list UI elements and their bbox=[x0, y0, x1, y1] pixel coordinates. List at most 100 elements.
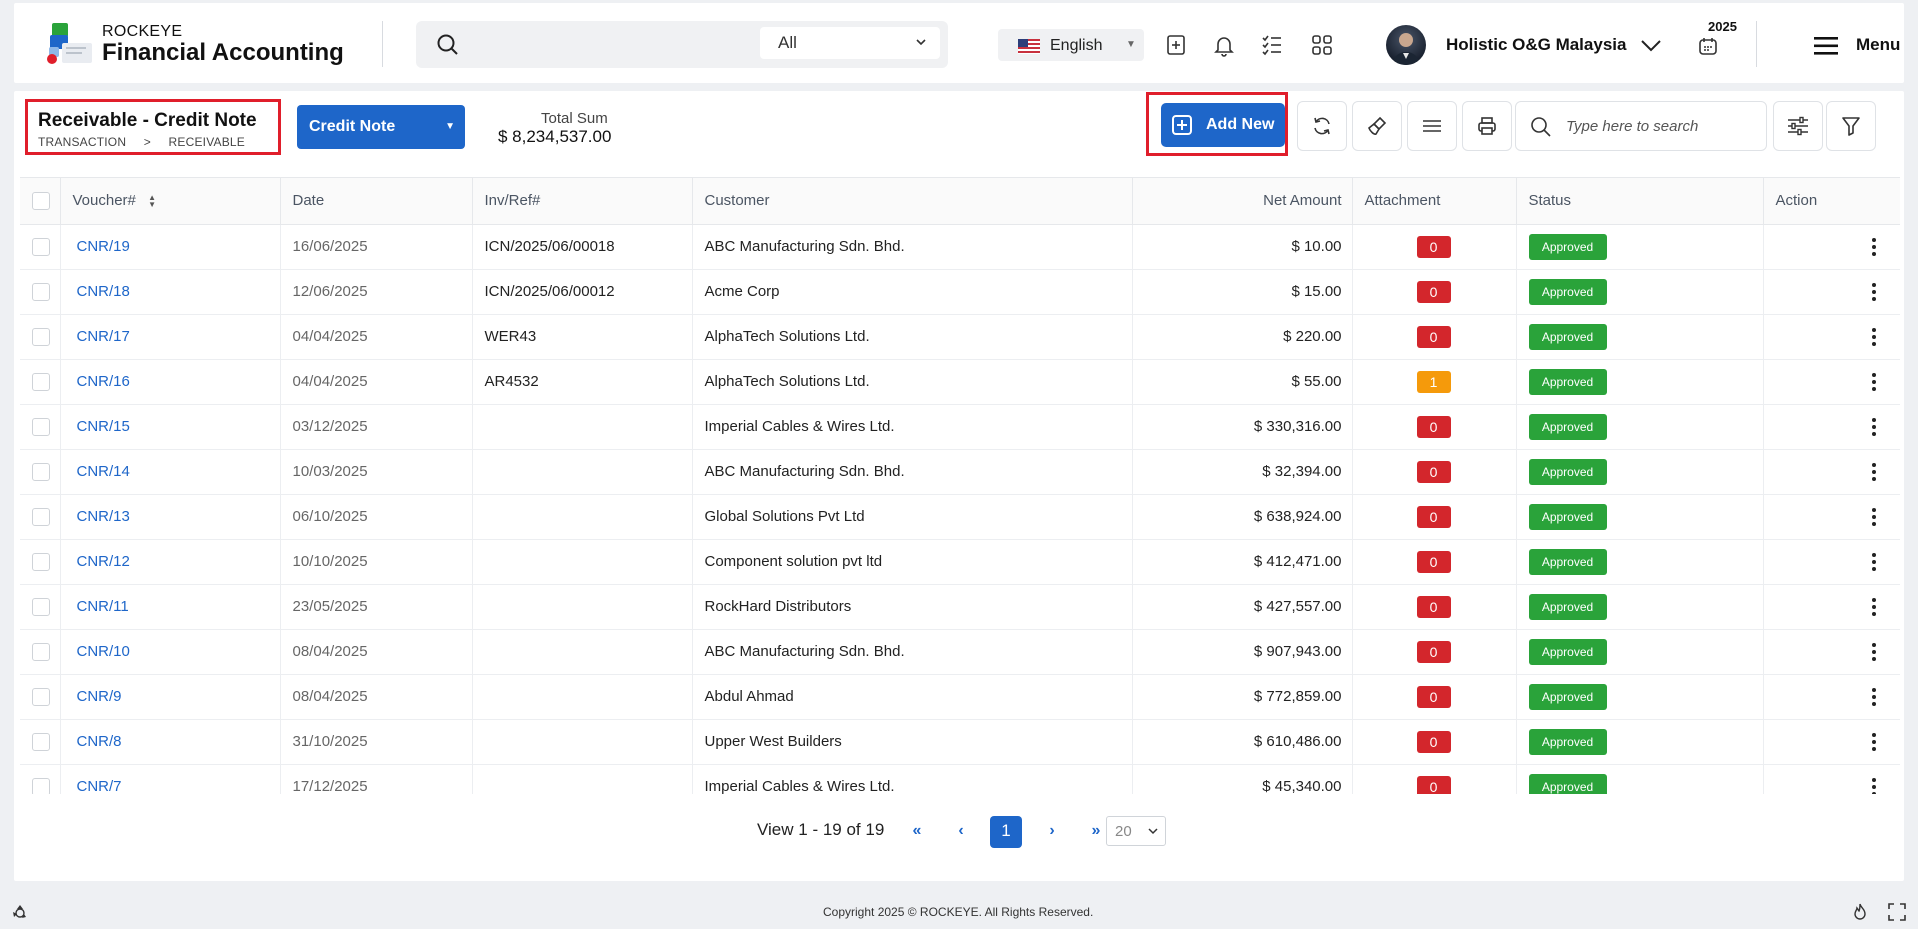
attachment-count-badge[interactable]: 0 bbox=[1416, 685, 1451, 708]
attachment-count-badge[interactable]: 0 bbox=[1416, 640, 1451, 663]
language-select[interactable]: English ▼ bbox=[998, 29, 1144, 61]
row-checkbox[interactable] bbox=[32, 687, 50, 706]
attachment-count-badge[interactable]: 0 bbox=[1416, 460, 1451, 483]
table-row[interactable]: CNR/11 23/05/2025 RockHard Distributors $ 4… bbox=[20, 584, 1900, 630]
table-row[interactable]: CNR/16 04/04/2025 AR4532 AlphaTech Solution… bbox=[20, 359, 1900, 405]
voucher-link[interactable]: CNR/17 bbox=[60, 314, 281, 360]
table-row[interactable]: CNR/17 04/04/2025 WER43 AlphaTech Solutions… bbox=[20, 314, 1900, 360]
more-vertical-icon[interactable] bbox=[1871, 552, 1876, 571]
row-checkbox[interactable] bbox=[32, 462, 50, 481]
row-checkbox[interactable] bbox=[32, 552, 50, 571]
select-all-checkbox[interactable] bbox=[32, 191, 50, 210]
row-checkbox[interactable] bbox=[32, 507, 50, 526]
next-page-button[interactable]: › bbox=[1036, 816, 1068, 848]
row-select-cell[interactable] bbox=[20, 269, 61, 315]
recycle-icon[interactable] bbox=[11, 903, 29, 921]
row-checkbox[interactable] bbox=[32, 777, 50, 794]
page-number-button[interactable]: 1 bbox=[990, 816, 1022, 848]
grid-icon[interactable] bbox=[1310, 33, 1334, 57]
data-table-container[interactable]: Voucher# ▲ ▼ Date Inv/Ref# Customer Net A… bbox=[20, 177, 1900, 794]
row-select-cell[interactable] bbox=[20, 539, 61, 585]
doc-type-dropdown[interactable]: Credit Note ▼ bbox=[297, 105, 465, 149]
company-name[interactable]: Holistic O&G Malaysia bbox=[1446, 35, 1626, 55]
row-select-cell[interactable] bbox=[20, 674, 61, 720]
voucher-link[interactable]: CNR/18 bbox=[60, 269, 281, 315]
attachment-count-badge[interactable]: 0 bbox=[1416, 505, 1451, 528]
fullscreen-icon[interactable] bbox=[1888, 903, 1906, 921]
select-all-cell[interactable] bbox=[20, 178, 61, 225]
search-scope-select[interactable]: All bbox=[760, 27, 940, 59]
per-page-select[interactable]: 20 bbox=[1106, 816, 1166, 846]
bell-icon[interactable] bbox=[1212, 33, 1236, 57]
settings-button[interactable] bbox=[1773, 101, 1823, 151]
clear-button[interactable] bbox=[1352, 101, 1402, 151]
column-header[interactable]: Inv/Ref# bbox=[472, 178, 693, 225]
voucher-link[interactable]: CNR/19 bbox=[60, 224, 281, 270]
voucher-link[interactable]: CNR/9 bbox=[60, 674, 281, 720]
attachment-count-badge[interactable]: 0 bbox=[1416, 730, 1451, 753]
table-search-input[interactable] bbox=[1566, 114, 1756, 138]
table-row[interactable]: CNR/8 31/10/2025 Upper West Builders $ 610,… bbox=[20, 719, 1900, 765]
more-vertical-icon[interactable] bbox=[1871, 282, 1876, 301]
attachment-count-badge[interactable]: 0 bbox=[1416, 775, 1451, 794]
column-header[interactable]: Date bbox=[280, 178, 473, 225]
row-select-cell[interactable] bbox=[20, 359, 61, 405]
avatar[interactable] bbox=[1386, 25, 1426, 65]
row-checkbox[interactable] bbox=[32, 732, 50, 751]
more-vertical-icon[interactable] bbox=[1871, 417, 1876, 436]
chevron-down-icon[interactable] bbox=[1639, 35, 1663, 55]
row-select-cell[interactable] bbox=[20, 719, 61, 765]
row-checkbox[interactable] bbox=[32, 597, 50, 616]
row-select-cell[interactable] bbox=[20, 314, 61, 360]
voucher-link[interactable]: CNR/8 bbox=[60, 719, 281, 765]
voucher-link[interactable]: CNR/16 bbox=[60, 359, 281, 405]
prev-page-button[interactable]: ‹ bbox=[945, 816, 977, 848]
row-select-cell[interactable] bbox=[20, 764, 61, 794]
table-row[interactable]: CNR/10 08/04/2025 ABC Manufacturing Sdn. B… bbox=[20, 629, 1900, 675]
row-checkbox[interactable] bbox=[32, 372, 50, 391]
more-vertical-icon[interactable] bbox=[1871, 687, 1876, 706]
table-row[interactable]: CNR/13 06/10/2025 Global Solutions Pvt Ltd… bbox=[20, 494, 1900, 540]
column-header[interactable]: Voucher# ▲ ▼ bbox=[60, 178, 281, 225]
voucher-link[interactable]: CNR/15 bbox=[60, 404, 281, 450]
breadcrumb-item[interactable]: RECEIVABLE bbox=[169, 135, 245, 149]
row-checkbox[interactable] bbox=[32, 327, 50, 346]
sort-icon[interactable]: ▲ ▼ bbox=[148, 194, 156, 209]
voucher-link[interactable]: CNR/13 bbox=[60, 494, 281, 540]
attachment-count-badge[interactable]: 0 bbox=[1416, 595, 1451, 618]
table-search[interactable] bbox=[1515, 101, 1767, 151]
checklist-icon[interactable] bbox=[1260, 33, 1284, 57]
attachment-count-badge[interactable]: 0 bbox=[1416, 415, 1451, 438]
attachment-count-badge[interactable]: 0 bbox=[1416, 325, 1451, 348]
flame-icon[interactable] bbox=[1851, 903, 1869, 921]
table-row[interactable]: CNR/14 10/03/2025 ABC Manufacturing Sdn. B… bbox=[20, 449, 1900, 495]
voucher-link[interactable]: CNR/10 bbox=[60, 629, 281, 675]
table-row[interactable]: CNR/7 17/12/2025 Imperial Cables & Wires L… bbox=[20, 764, 1900, 794]
columns-button[interactable] bbox=[1407, 101, 1457, 151]
row-select-cell[interactable] bbox=[20, 404, 61, 450]
row-checkbox[interactable] bbox=[32, 417, 50, 436]
column-header[interactable]: Attachment bbox=[1352, 178, 1517, 225]
voucher-link[interactable]: CNR/14 bbox=[60, 449, 281, 495]
refresh-button[interactable] bbox=[1297, 101, 1347, 151]
voucher-link[interactable]: CNR/11 bbox=[60, 584, 281, 630]
row-checkbox[interactable] bbox=[32, 282, 50, 301]
more-vertical-icon[interactable] bbox=[1871, 777, 1876, 794]
calendar-icon[interactable] bbox=[1697, 35, 1719, 57]
first-page-button[interactable]: « bbox=[901, 816, 933, 848]
table-row[interactable]: CNR/12 10/10/2025 Component solution pvt l… bbox=[20, 539, 1900, 585]
voucher-link[interactable]: CNR/12 bbox=[60, 539, 281, 585]
row-select-cell[interactable] bbox=[20, 584, 61, 630]
more-vertical-icon[interactable] bbox=[1871, 462, 1876, 481]
column-header[interactable]: Customer bbox=[692, 178, 1133, 225]
more-vertical-icon[interactable] bbox=[1871, 597, 1876, 616]
row-select-cell[interactable] bbox=[20, 494, 61, 540]
filter-button[interactable] bbox=[1826, 101, 1876, 151]
row-select-cell[interactable] bbox=[20, 224, 61, 270]
add-new-button[interactable]: Add New bbox=[1161, 103, 1285, 147]
table-row[interactable]: CNR/15 03/12/2025 Imperial Cables & Wires … bbox=[20, 404, 1900, 450]
breadcrumb-item[interactable]: TRANSACTION bbox=[38, 135, 126, 149]
more-vertical-icon[interactable] bbox=[1871, 372, 1876, 391]
table-row[interactable]: CNR/19 16/06/2025 ICN/2025/06/00018 ABC Man… bbox=[20, 224, 1900, 270]
more-vertical-icon[interactable] bbox=[1871, 507, 1876, 526]
